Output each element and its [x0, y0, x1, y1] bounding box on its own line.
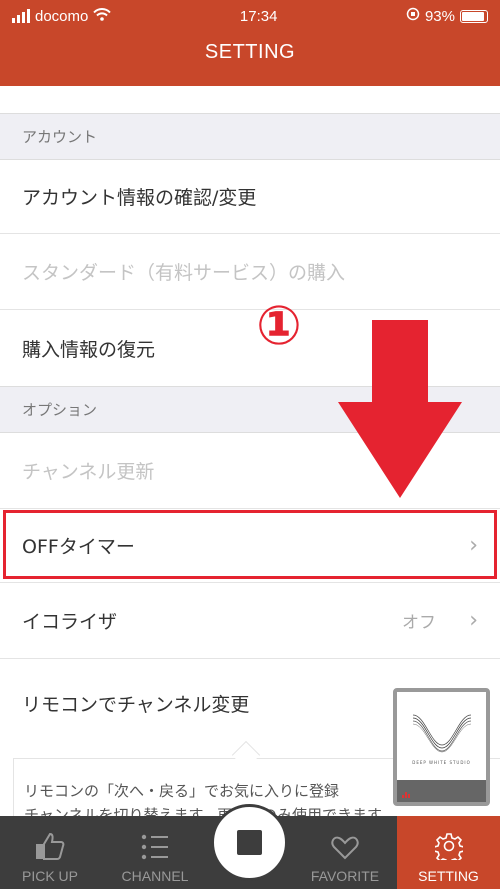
- tab-label: FAVORITE: [310, 868, 380, 884]
- row-label: リモコンでチャンネル変更: [22, 693, 250, 716]
- annotation-number: ①: [256, 294, 302, 357]
- header: docomo 17:34 93% SETTING: [0, 0, 500, 86]
- row-label: 購入情報の復元: [22, 338, 156, 361]
- stop-button[interactable]: [211, 804, 288, 881]
- equalizer-icon: [402, 792, 410, 798]
- battery-icon: [459, 9, 488, 23]
- wifi-icon: [93, 7, 112, 25]
- album-art: [412, 714, 472, 753]
- stop-icon: [237, 830, 262, 855]
- carrier: docomo: [35, 7, 89, 25]
- row-label: スタンダード（有料サービス）の購入: [22, 262, 346, 284]
- tab-favorite[interactable]: FAVORITE: [295, 816, 395, 889]
- status-bar: docomo 17:34 93%: [0, 0, 500, 32]
- equalizer-value: オフ: [402, 613, 436, 633]
- mini-player[interactable]: DEEP WHITE STUDIO: [393, 688, 490, 806]
- tab-setting[interactable]: SETTING: [397, 816, 500, 889]
- album-caption: DEEP WHITE STUDIO: [412, 760, 471, 765]
- tab-pick-up[interactable]: PICK UP: [0, 816, 100, 889]
- tab-label: SETTING: [418, 868, 479, 884]
- annotation-highlight-box: [3, 510, 497, 579]
- gear-icon: [434, 833, 463, 860]
- row-label: イコライザ: [22, 611, 118, 633]
- account-info-row[interactable]: アカウント情報の確認/変更: [0, 160, 500, 234]
- tab-label: CHANNEL: [121, 868, 189, 884]
- signal-icon: [12, 9, 30, 23]
- thumbs-up-icon: [36, 832, 65, 860]
- page-title: SETTING: [204, 41, 296, 63]
- battery-percent: 93%: [424, 7, 455, 25]
- section-header-account: アカウント: [0, 113, 500, 160]
- tab-label: PICK UP: [21, 868, 78, 884]
- tab-channel[interactable]: CHANNEL: [105, 816, 205, 889]
- row-label: チャンネル更新: [22, 461, 155, 483]
- chevron-right-icon: ›: [469, 608, 478, 633]
- list-icon: [141, 834, 168, 860]
- clock: 17:34: [239, 7, 278, 25]
- rotation-lock-icon: [406, 7, 420, 25]
- annotation-arrow-icon: [338, 320, 462, 498]
- heart-icon: [331, 836, 359, 860]
- equalizer-row[interactable]: イコライザ オフ ›: [0, 583, 500, 659]
- row-label: アカウント情報の確認/変更: [22, 187, 257, 209]
